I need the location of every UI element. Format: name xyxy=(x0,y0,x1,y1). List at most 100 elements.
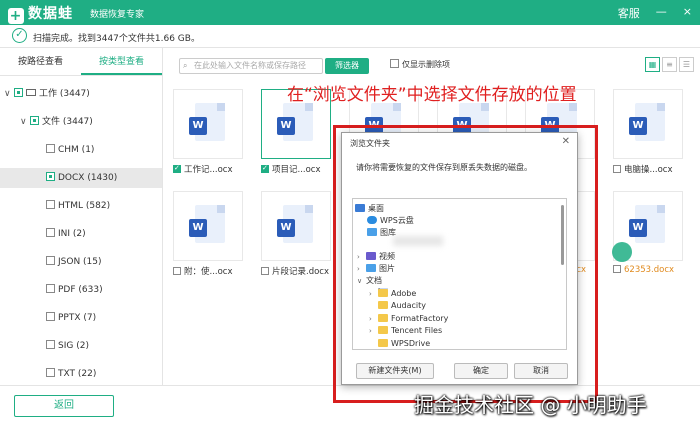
tree-item-pdf[interactable]: PDF (633) xyxy=(46,280,103,300)
file-card[interactable]: W 附：使...ocx xyxy=(165,188,249,282)
word-document-icon: W xyxy=(189,103,225,141)
chevron-down-icon[interactable]: ∨ xyxy=(20,112,30,132)
checkbox[interactable] xyxy=(46,340,55,349)
word-badge: W xyxy=(189,219,207,237)
file-thumbnail[interactable]: W xyxy=(173,89,243,159)
folder-item-wpsdrive[interactable]: WPSDrive xyxy=(369,338,430,349)
folder-item-pictures[interactable]: › 图片 xyxy=(357,263,395,275)
app-logo-text: 数据蛙 xyxy=(28,6,73,22)
file-caption[interactable]: 62353.docx xyxy=(613,265,674,275)
folder-item-wps-cloud[interactable]: WPS云盘 xyxy=(367,215,414,227)
folder-item-documents[interactable]: ∨ 文档 xyxy=(357,275,388,296)
chevron-right-icon[interactable]: › xyxy=(369,288,378,300)
drive-icon xyxy=(26,89,36,96)
file-caption[interactable]: 工作记...ocx xyxy=(173,163,233,175)
word-document-icon: W xyxy=(189,205,225,243)
list-view-icon[interactable]: ≡ xyxy=(662,57,677,72)
folder-item-gallery[interactable]: 图库 xyxy=(367,227,396,239)
file-caption[interactable]: 附：使...ocx xyxy=(173,265,233,277)
word-document-icon: W xyxy=(629,103,665,141)
folder-label: 视频 xyxy=(379,252,395,261)
file-thumbnail[interactable]: W xyxy=(261,191,331,261)
scan-status-text: 扫描完成。找到3447个文件共1.66 GB。 xyxy=(33,34,200,44)
folder-tree[interactable]: 桌面 WPS云盘 图库 › 视频 › 图片 ∨ 文档 › Adobe Audacity … xyxy=(352,198,567,350)
file-checkbox[interactable] xyxy=(613,165,621,173)
tree-item-ini[interactable]: INI (2) xyxy=(46,224,86,244)
checkbox[interactable] xyxy=(46,172,55,181)
checkbox[interactable] xyxy=(46,256,55,265)
folder-icon xyxy=(378,289,388,297)
chevron-right-icon[interactable]: › xyxy=(369,313,378,325)
file-caption[interactable]: 项目记...ocx xyxy=(261,163,321,175)
tab-by-type[interactable]: 按类型查看 xyxy=(81,48,162,75)
file-checkbox[interactable] xyxy=(173,165,181,173)
scan-status-bar: ✓ 扫描完成。找到3447个文件共1.66 GB。 xyxy=(0,25,700,48)
file-checkbox[interactable] xyxy=(173,267,181,275)
folder-item-formatfactory[interactable]: › FormatFactory xyxy=(369,313,448,325)
word-badge: W xyxy=(189,117,207,135)
file-card[interactable]: W 工作记...ocx xyxy=(165,86,249,180)
checkbox[interactable] xyxy=(46,200,55,209)
scrollbar[interactable] xyxy=(561,205,564,265)
tab-by-path[interactable]: 按路径查看 xyxy=(0,48,81,75)
folder-item-desktop[interactable]: 桌面 xyxy=(355,203,384,215)
folder-item-tencent-files[interactable]: › Tencent Files xyxy=(369,325,442,337)
watermark: 掘金技术社区 @ 小明助手 xyxy=(414,393,647,417)
checkbox[interactable] xyxy=(46,284,55,293)
tree-item-docs[interactable]: ∨ 文件 (3447) xyxy=(20,112,93,132)
checkbox[interactable] xyxy=(46,368,55,377)
tree-item-json[interactable]: JSON (15) xyxy=(46,252,102,272)
file-thumbnail[interactable]: W xyxy=(173,191,243,261)
folder-item-audacity[interactable]: Audacity xyxy=(369,300,426,312)
chevron-down-icon[interactable]: ∨ xyxy=(4,84,14,104)
search-input[interactable]: ⌕ 在此处输入文件名称或保存路径 xyxy=(179,58,323,74)
file-caption[interactable]: 片段记录.docx xyxy=(261,265,329,277)
minimize-button[interactable]: — xyxy=(656,5,667,21)
tree-item-docx[interactable]: DOCX (1430) xyxy=(0,168,162,188)
chevron-right-icon[interactable]: › xyxy=(357,263,366,275)
close-button[interactable]: × xyxy=(683,5,692,21)
ok-button[interactable]: 确定 xyxy=(454,363,508,379)
file-checkbox[interactable] xyxy=(261,165,269,173)
file-thumbnail[interactable]: W xyxy=(613,89,683,159)
folder-item-adobe[interactable]: › Adobe xyxy=(369,288,416,300)
close-icon[interactable]: ✕ xyxy=(562,136,570,147)
file-caption[interactable]: 电脑操...ocx xyxy=(613,163,673,175)
file-thumbnail[interactable]: W xyxy=(612,191,683,262)
checkbox[interactable] xyxy=(14,88,23,97)
dialog-title: 浏览文件夹 xyxy=(350,139,390,148)
chevron-down-icon[interactable]: ∨ xyxy=(357,275,366,287)
cloud-icon xyxy=(367,216,377,224)
file-card[interactable]: W 片段记录.docx xyxy=(253,188,337,282)
tree-item-html[interactable]: HTML (582) xyxy=(46,196,110,216)
file-checkbox[interactable] xyxy=(261,267,269,275)
new-folder-button[interactable]: 新建文件夹(M) xyxy=(356,363,434,379)
checkbox[interactable] xyxy=(46,144,55,153)
back-button[interactable]: 返回 xyxy=(14,395,114,417)
tree-item-pptx[interactable]: PPTX (7) xyxy=(46,308,96,328)
checkbox[interactable] xyxy=(390,59,399,68)
dialog-message: 请你将需要恢复的文件保存到原丢失数据的磁盘。 xyxy=(356,163,532,172)
checkbox[interactable] xyxy=(46,312,55,321)
tree-item-sig[interactable]: SIG (2) xyxy=(46,336,89,356)
checkbox[interactable] xyxy=(30,116,39,125)
chevron-right-icon[interactable]: › xyxy=(369,325,378,337)
word-document-icon: W xyxy=(277,103,313,141)
deleted-only-toggle[interactable]: 仅显示删除项 xyxy=(390,59,450,70)
file-card[interactable]: W 电脑操...ocx xyxy=(605,86,689,180)
chevron-right-icon[interactable]: › xyxy=(357,251,366,263)
cancel-button[interactable]: 取消 xyxy=(514,363,568,379)
tree-item-txt[interactable]: TXT (22) xyxy=(46,364,96,384)
file-card[interactable]: W 62353.docx xyxy=(605,188,689,282)
filter-button[interactable]: 筛选器 xyxy=(325,58,369,74)
tree-item-root[interactable]: ∨ 工作 (3447) xyxy=(4,84,90,104)
file-checkbox[interactable] xyxy=(613,265,621,273)
desktop-icon xyxy=(355,204,365,212)
grid-view-icon[interactable]: ▦ xyxy=(645,57,660,72)
tree-item-chm[interactable]: CHM (1) xyxy=(46,140,94,160)
support-button[interactable]: 客服 xyxy=(618,5,640,21)
detail-view-icon[interactable]: ☰ xyxy=(679,57,694,72)
folder-item-videos[interactable]: › 视频 xyxy=(357,251,395,263)
checkbox[interactable] xyxy=(46,228,55,237)
folder-label: FormatFactory xyxy=(391,314,449,323)
